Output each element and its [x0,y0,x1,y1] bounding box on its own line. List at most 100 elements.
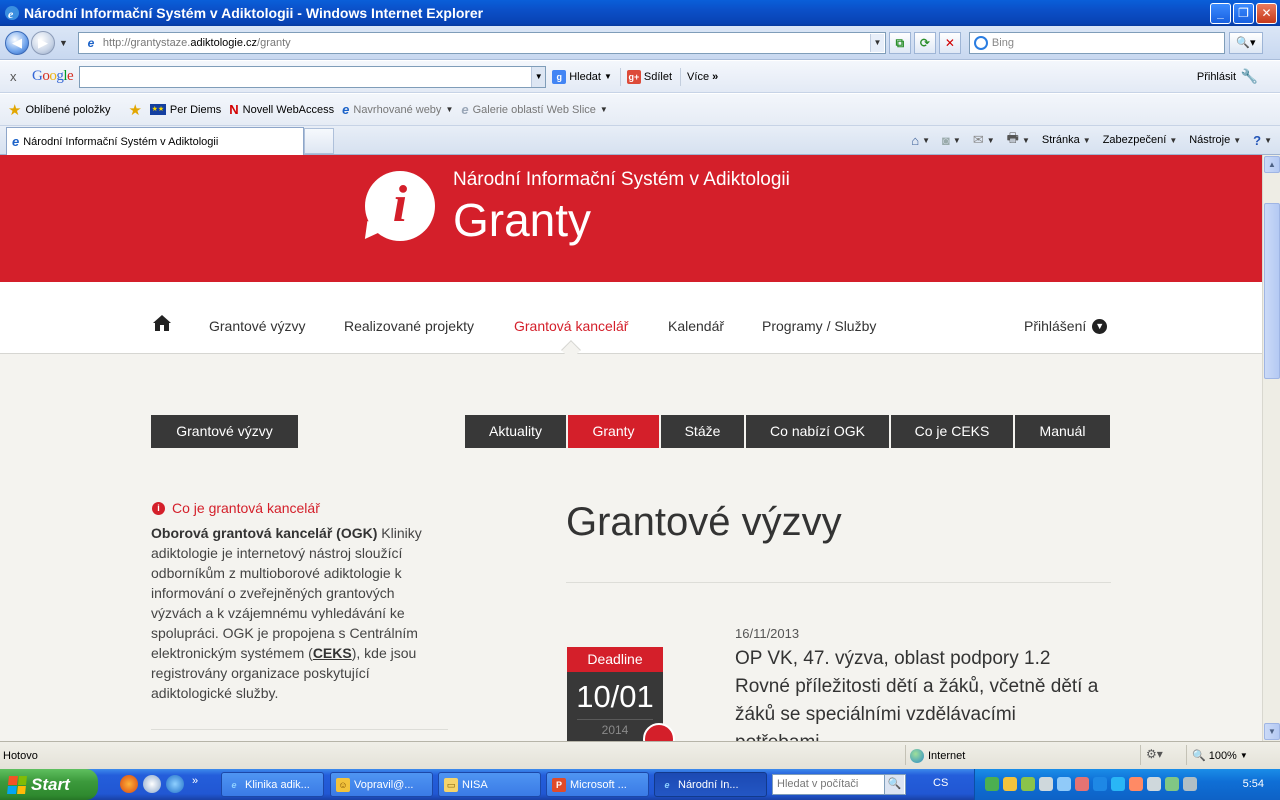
nav-grant-calls[interactable]: Grantové výzvy [209,318,305,334]
scroll-thumb[interactable] [1264,203,1280,379]
search-field[interactable]: Bing [968,31,1225,54]
url-text: http://grantystaze.adiktologie.cz/granty [102,36,291,49]
vertical-scrollbar[interactable]: ▲ ▼ [1262,155,1280,741]
url-dropdown-icon[interactable]: ▼ [869,33,884,52]
quicklaunch-ie-icon[interactable] [166,775,184,793]
tray-icon-monitor[interactable] [1057,777,1071,791]
nav-calendar[interactable]: Kalendář [668,318,724,334]
taskbar-button-narodni[interactable]: e Národní In... [654,772,767,797]
google-search-input[interactable]: ▼ [79,65,547,88]
start-button[interactable]: Start [0,769,98,800]
mail-button[interactable]: ✉ ▼ [973,132,995,148]
maximize-button[interactable]: ❐ [1233,2,1254,24]
tray-icon-sync[interactable] [1111,777,1125,791]
scroll-up-button[interactable]: ▲ [1264,156,1280,173]
home-icon[interactable] [152,314,172,332]
feeds-button[interactable]: ◙ ▼ [942,133,961,148]
taskbar-button-vopravil[interactable]: ☺ Vopravil@... [330,772,433,797]
google-share-button[interactable]: g+ Sdílet [626,69,672,84]
google-sign-in-link[interactable]: Přihlásit [1197,71,1236,83]
scroll-down-button[interactable]: ▼ [1264,723,1280,740]
clock[interactable]: 5:54 [1243,778,1264,790]
minimize-button[interactable]: _ [1210,2,1231,24]
refresh-icon[interactable]: ⟳ [913,31,936,54]
zoom-icon: 🔍 [1192,750,1206,762]
page-menu[interactable]: Stránka ▼ [1042,134,1091,146]
subtab-what-ogk-offers[interactable]: Co nabízí OGK [746,415,889,448]
tray-icon-network[interactable] [985,777,999,791]
google-more-button[interactable]: Více» [687,71,718,83]
side-grant-calls-button[interactable]: Grantové výzvy [151,415,298,448]
new-tab-button[interactable] [304,128,334,154]
protected-mode-icon[interactable]: ⚙▾ [1146,747,1163,761]
subtab-grants[interactable]: Granty [568,415,659,448]
quicklaunch-more-icon[interactable]: » [192,775,198,787]
search-go-button[interactable]: 🔍▾ [1228,31,1263,54]
mail-client-icon: ☺ [336,777,350,792]
deadline-date: 10/01 [576,679,654,714]
login-menu[interactable]: Přihlášení ▼ [1024,318,1108,334]
subtab-internships[interactable]: Stáže [661,415,744,448]
tray-icon-misc[interactable] [1183,777,1197,791]
sidebar-text: Oborová grantová kancelář (OGK) Kliniky … [151,525,422,701]
google-search-dropdown-icon[interactable]: ▼ [531,66,546,87]
tray-icon-mail[interactable] [1003,777,1017,791]
zoom-control[interactable]: 🔍 100% ▼ [1192,749,1248,763]
window-title: Národní Informační Systém v Adiktologii … [24,5,484,21]
nav-programs-services[interactable]: Programy / Služby [762,318,876,334]
history-dropdown-icon[interactable]: ▼ [59,38,68,48]
tray-icon-warning[interactable] [1075,777,1089,791]
print-button[interactable]: 🖶 ▼ [1007,129,1030,151]
add-favorite-button[interactable]: ★ [128,101,141,119]
favorites-button[interactable]: ★ Oblíbené položky [8,101,110,119]
back-button[interactable]: ◀ [5,30,29,55]
bing-icon [973,35,988,50]
taskbar-button-microsoft[interactable]: P Microsoft ... [546,772,649,797]
close-button[interactable]: ✕ [1256,2,1277,24]
nav-realized-projects[interactable]: Realizované projekty [344,318,474,334]
info-logo-icon[interactable]: i [365,171,435,241]
google-search-button[interactable]: g Hledat ▼ [552,69,612,84]
tab-active[interactable]: e Národní Informační Systém v Adiktologi… [6,127,304,155]
taskbar-button-klinika[interactable]: e Klinika adik... [221,772,324,797]
address-bar: ◀ ▶ ▼ e http://grantystaze.adiktologie.c… [0,26,1280,60]
security-menu[interactable]: Zabezpečení ▼ [1103,134,1178,146]
google-plus-icon: g+ [626,69,641,84]
help-icon: ? [1253,132,1262,148]
firefox-icon[interactable] [120,775,138,793]
post-title-link[interactable]: OP VK, 47. výzva, oblast podpory 1.2 Rov… [735,645,1105,741]
favorite-web-slice-gallery[interactable]: e Galerie oblastí Web Slice ▼ [461,102,607,117]
favorite-novell-webaccess[interactable]: N Novell WebAccess [229,102,334,117]
tray-icon-antivirus[interactable] [1021,777,1035,791]
subtab-manual[interactable]: Manuál [1015,415,1110,448]
taskbar-button-nisa[interactable]: ▭ NISA [438,772,541,797]
security-zone[interactable]: Internet [910,749,965,763]
close-toolbar-icon[interactable]: x [10,69,24,84]
quicklaunch-icon[interactable] [143,775,161,793]
subtab-what-is-ceks[interactable]: Co je CEKS [891,415,1013,448]
subtab-news[interactable]: Aktuality [465,415,566,448]
tools-menu[interactable]: Nástroje ▼ [1189,134,1241,146]
favorites-bar: ★ Oblíbené položky ★ ★★ Per Diems N Nove… [0,94,1280,126]
ie-logo-icon: e [5,6,19,21]
home-button[interactable]: ⌂ ▼ [911,133,930,148]
help-button[interactable]: ? ▼ [1253,133,1272,148]
forward-button[interactable]: ▶ [31,30,55,55]
wrench-icon[interactable]: 🔧 [1241,68,1258,85]
ceks-link[interactable]: CEKS [313,645,352,661]
stop-icon[interactable]: ✕ [938,31,961,54]
favorite-per-diems[interactable]: ★★ Per Diems [149,104,221,116]
volume-icon[interactable] [1147,777,1161,791]
bluetooth-icon[interactable] [1093,777,1107,791]
sidebar-divider [151,729,448,730]
language-indicator[interactable]: CS [933,777,948,789]
url-field[interactable]: e http://grantystaze.adiktologie.cz/gran… [77,31,886,54]
compatibility-view-icon[interactable]: ⧉ [888,31,911,54]
wifi-icon[interactable] [1165,777,1179,791]
tray-icon-search[interactable] [1039,777,1053,791]
desktop-search-icon[interactable]: 🔍 [884,775,904,794]
tray-icon-app[interactable] [1129,777,1143,791]
favorite-suggested-sites[interactable]: e Navrhované weby ▼ [342,102,453,117]
nav-grant-office[interactable]: Grantová kancelář [514,318,628,334]
main-navigation: Grantové výzvy Realizované projekty Gran… [0,282,1262,354]
